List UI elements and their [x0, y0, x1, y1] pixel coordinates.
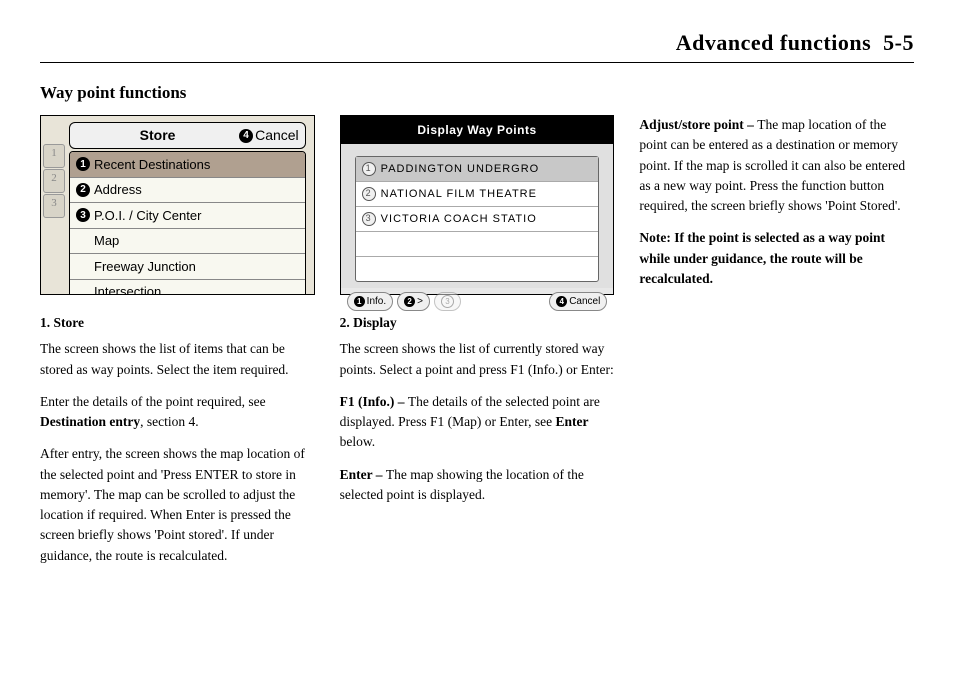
- col1-p1: The screen shows the list of items that …: [40, 339, 315, 380]
- content-columns: Store 4 Cancel 1 2 3 1 Recent Destinatio…: [40, 115, 914, 578]
- display-screenshot: Display Way Points 1 PADDINGTON UNDERGRO…: [340, 115, 615, 295]
- sidebar-slot-2: 2: [43, 169, 65, 193]
- num2-icon: 2: [362, 187, 376, 201]
- cancel-button[interactable]: 4 Cancel: [549, 292, 607, 311]
- store-header: Store 4 Cancel: [69, 122, 306, 149]
- bold-text: Enter: [555, 414, 588, 429]
- waypoint-label: VICTORIA COACH STATIO: [381, 211, 537, 228]
- waypoint-label: NATIONAL FILM THEATRE: [381, 186, 537, 203]
- sidebar-slot-3: 3: [43, 194, 65, 218]
- col2-p3: Enter – The map showing the location of …: [340, 465, 615, 506]
- store-item-address[interactable]: 2 Address: [70, 178, 305, 204]
- bold-text: F1 (Info.) –: [340, 394, 408, 409]
- column-2: Display Way Points 1 PADDINGTON UNDERGRO…: [340, 115, 615, 578]
- store-item-label: P.O.I. / City Center: [94, 206, 201, 226]
- store-item-label: Recent Destinations: [94, 155, 210, 175]
- f2-icon: 2: [404, 296, 415, 307]
- f4-icon: 4: [556, 296, 567, 307]
- sidebar-slot-1: 1: [43, 144, 65, 168]
- cancel-label: Cancel: [569, 294, 600, 309]
- store-item-map[interactable]: Map: [70, 229, 305, 255]
- col1-heading: 1. Store: [40, 313, 315, 333]
- store-sidebar: 1 2 3: [43, 144, 65, 288]
- bold-text: Adjust/store point –: [639, 117, 757, 132]
- display-title: Display Way Points: [341, 116, 614, 144]
- waypoint-empty: [356, 232, 599, 257]
- store-cancel[interactable]: Cancel: [255, 125, 299, 146]
- col1-p3: After entry, the screen shows the map lo…: [40, 444, 315, 566]
- page-header: Advanced functions 5-5: [40, 30, 914, 63]
- info-button[interactable]: 1 Info.: [347, 292, 393, 311]
- col3-note: Note: If the point is selected as a way …: [639, 228, 914, 289]
- next-button[interactable]: 2 >: [397, 292, 430, 311]
- display-body: 1 PADDINGTON UNDERGRO 2 NATIONAL FILM TH…: [341, 144, 614, 288]
- text: Enter the details of the point required,…: [40, 394, 266, 409]
- col3-p1: Adjust/store point – The map location of…: [639, 115, 914, 216]
- num3-icon: 3: [76, 208, 90, 222]
- store-item-label: Map: [94, 231, 119, 251]
- section-title: Way point functions: [40, 83, 914, 103]
- waypoint-paddington[interactable]: 1 PADDINGTON UNDERGRO: [356, 157, 599, 182]
- column-1: Store 4 Cancel 1 2 3 1 Recent Destinatio…: [40, 115, 315, 578]
- info-label: Info.: [367, 294, 386, 309]
- store-item-intersection[interactable]: Intersection: [70, 280, 305, 296]
- waypoint-label: PADDINGTON UNDERGRO: [381, 161, 540, 178]
- waypoint-victoria[interactable]: 3 VICTORIA COACH STATIO: [356, 207, 599, 232]
- store-item-poi[interactable]: 3 P.O.I. / City Center: [70, 203, 305, 229]
- store-item-label: Freeway Junction: [94, 257, 196, 277]
- waypoint-national[interactable]: 2 NATIONAL FILM THEATRE: [356, 182, 599, 207]
- display-list: 1 PADDINGTON UNDERGRO 2 NATIONAL FILM TH…: [355, 156, 600, 282]
- num1-icon: 1: [76, 157, 90, 171]
- col1-p2: Enter the details of the point required,…: [40, 392, 315, 433]
- store-title: Store: [76, 125, 239, 146]
- num3-icon: 3: [362, 212, 376, 226]
- cancel-num-icon: 4: [239, 129, 253, 143]
- store-screenshot: Store 4 Cancel 1 2 3 1 Recent Destinatio…: [40, 115, 315, 295]
- column-3: Adjust/store point – The map location of…: [639, 115, 914, 578]
- header-page: 5-5: [883, 30, 914, 55]
- bold-text: Enter –: [340, 467, 386, 482]
- header-title: Advanced functions: [676, 30, 871, 55]
- store-item-label: Address: [94, 180, 142, 200]
- store-item-label: Intersection: [94, 282, 161, 295]
- text: , section 4.: [140, 414, 199, 429]
- text: below.: [340, 434, 376, 449]
- f1-icon: 1: [354, 296, 365, 307]
- f3-button: 3: [434, 292, 461, 311]
- num2-icon: 2: [76, 183, 90, 197]
- arrow-label: >: [417, 294, 423, 309]
- waypoint-empty: [356, 257, 599, 281]
- bold-text: Destination entry: [40, 414, 140, 429]
- col2-p1: The screen shows the list of currently s…: [340, 339, 615, 380]
- f3-icon: 3: [441, 295, 454, 308]
- store-list: 1 Recent Destinations 2 Address 3 P.O.I.…: [69, 151, 306, 295]
- col2-p2: F1 (Info.) – The details of the selected…: [340, 392, 615, 453]
- num1-icon: 1: [362, 162, 376, 176]
- store-item-freeway[interactable]: Freeway Junction: [70, 254, 305, 280]
- store-item-recent[interactable]: 1 Recent Destinations: [70, 152, 305, 178]
